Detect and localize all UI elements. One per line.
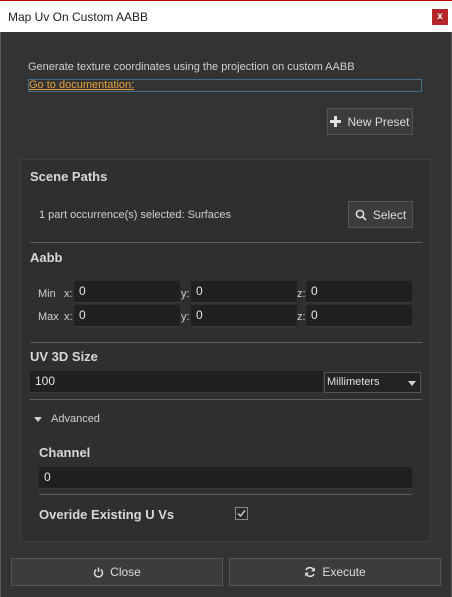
close-window-button[interactable]: x: [432, 9, 448, 25]
max-y-label: y:: [181, 311, 190, 323]
select-label: Select: [372, 207, 407, 222]
documentation-link[interactable]: Go to documentation:: [28, 79, 422, 92]
description-text: Generate texture coordinates using the p…: [28, 61, 355, 73]
min-x-label: x:: [64, 288, 73, 300]
max-label: Max: [38, 311, 59, 323]
advanced-label: Advanced: [51, 413, 100, 425]
window-title: Map Uv On Custom AABB: [8, 10, 149, 24]
close-button[interactable]: Close: [11, 558, 223, 586]
divider: [30, 242, 422, 243]
min-y-field[interactable]: 0: [191, 281, 297, 303]
channel-title: Channel: [39, 445, 91, 460]
power-icon: [93, 567, 104, 578]
override-checkbox[interactable]: [235, 507, 248, 520]
execute-button[interactable]: Execute: [229, 558, 441, 586]
min-y-label: y:: [181, 288, 190, 300]
divider: [30, 399, 422, 400]
new-preset-label: New Preset: [347, 114, 410, 129]
override-label: Overide Existing U Vs: [39, 507, 175, 522]
selection-text: 1 part occurrence(s) selected: Surfaces: [39, 209, 231, 221]
scene-paths-title: Scene Paths: [30, 169, 108, 184]
max-z-label: z:: [297, 311, 306, 323]
unit-select[interactable]: Millimeters: [324, 372, 421, 393]
unit-select-value: Millimeters: [327, 376, 380, 388]
search-icon: [355, 209, 367, 221]
divider: [39, 494, 412, 495]
max-z-field[interactable]: 0: [306, 305, 412, 327]
refresh-icon: [304, 566, 316, 578]
chevron-down-icon: [408, 381, 416, 386]
divider: [30, 342, 422, 343]
new-preset-button[interactable]: New Preset: [327, 108, 413, 135]
select-button[interactable]: Select: [348, 201, 413, 228]
max-x-label: x:: [64, 311, 73, 323]
min-label: Min: [38, 288, 56, 300]
plus-icon: [330, 116, 342, 127]
aabb-title: Aabb: [30, 250, 63, 265]
title-bar: Map Uv On Custom AABB x: [0, 0, 452, 32]
channel-field[interactable]: 0: [39, 467, 412, 489]
check-icon: [237, 510, 246, 518]
caret-down-icon: [34, 417, 42, 422]
max-x-field[interactable]: 0: [74, 305, 180, 327]
uv-size-field[interactable]: 100: [30, 371, 323, 393]
uv-size-title: UV 3D Size: [30, 349, 98, 364]
min-x-field[interactable]: 0: [74, 281, 180, 303]
max-y-field[interactable]: 0: [191, 305, 297, 327]
execute-label: Execute: [322, 565, 366, 579]
close-label: Close: [110, 565, 141, 579]
min-z-field[interactable]: 0: [306, 281, 412, 303]
min-z-label: z:: [297, 288, 306, 300]
